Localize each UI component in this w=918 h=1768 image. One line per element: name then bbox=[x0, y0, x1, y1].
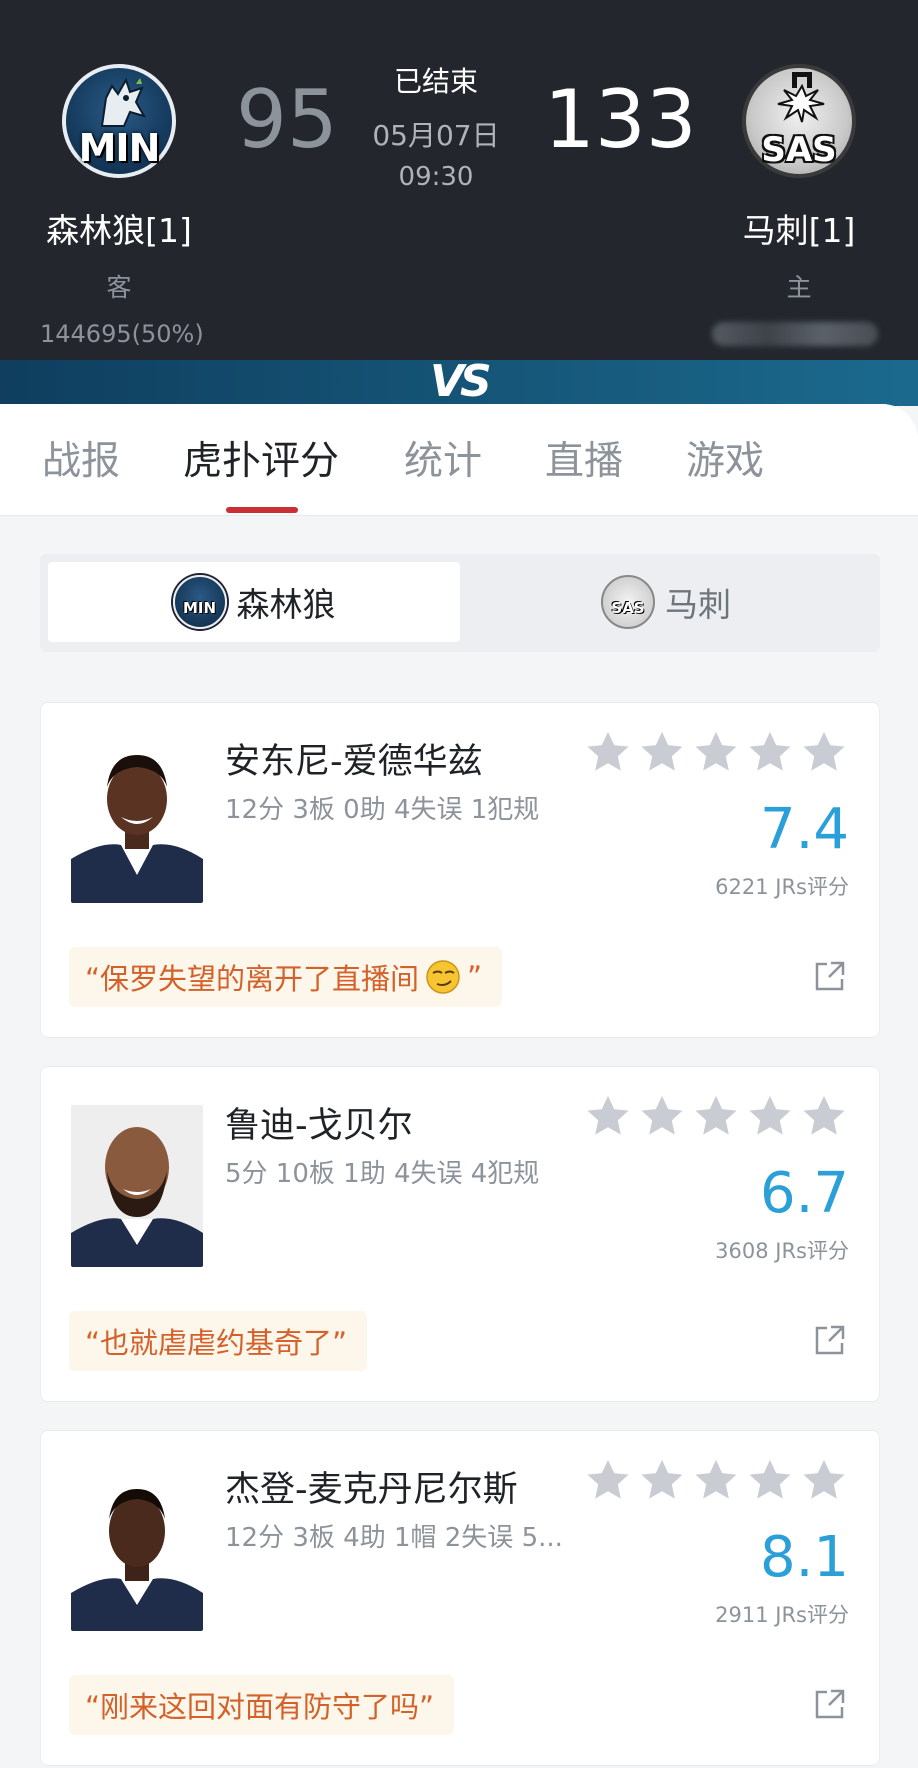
tab-stats[interactable]: 统计 bbox=[404, 430, 482, 486]
away-team-abbr: MIN bbox=[78, 126, 161, 170]
home-score: 133 bbox=[544, 73, 697, 166]
rating-count: 6221 JRs评分 bbox=[715, 875, 849, 899]
star-icon[interactable] bbox=[639, 1093, 685, 1139]
share-icon[interactable] bbox=[813, 1323, 847, 1357]
player-photo bbox=[71, 1105, 203, 1267]
player-rating-score: 7.4 bbox=[759, 797, 849, 862]
star-icon[interactable] bbox=[801, 1093, 847, 1139]
star-icon[interactable] bbox=[747, 1093, 793, 1139]
star-icon[interactable] bbox=[801, 729, 847, 775]
star-icon[interactable] bbox=[801, 1457, 847, 1503]
smirk-emoji-icon bbox=[426, 960, 460, 994]
player-name[interactable]: 杰登-麦克丹尼尔斯 bbox=[225, 1461, 518, 1512]
player-stats: 12分 3板 0助 4失误 1犯规 bbox=[225, 795, 540, 825]
tab-hupu-rating[interactable]: 虎扑评分 bbox=[183, 430, 339, 486]
away-label: 客 bbox=[106, 273, 132, 302]
spurs-logo[interactable]: SAS bbox=[742, 64, 856, 178]
rating-count: 3608 JRs评分 bbox=[715, 1239, 849, 1263]
timberwolves-mini-logo: MIN bbox=[172, 575, 227, 629]
player-photo bbox=[71, 1469, 203, 1631]
team-toggle-label: 马刺 bbox=[665, 585, 731, 624]
rating-count: 2911 JRs评分 bbox=[715, 1603, 849, 1627]
team-toggle-label: 森林狼 bbox=[236, 585, 336, 624]
game-header: MIN 95 已结束 05月07日 09:30 133 SAS 森林狼[1] 马… bbox=[0, 0, 918, 360]
active-tab-indicator bbox=[226, 507, 298, 513]
star-icon[interactable] bbox=[639, 1457, 685, 1503]
spur-icon bbox=[777, 72, 825, 123]
player-rating-score: 6.7 bbox=[759, 1161, 849, 1226]
home-label: 主 bbox=[786, 273, 812, 302]
home-team-name[interactable]: 马刺[1] bbox=[699, 204, 899, 252]
away-support-votes: 144695(50%) bbox=[40, 320, 204, 348]
star-icon[interactable] bbox=[747, 729, 793, 775]
top-comment[interactable]: “保罗失望的离开了直播间 ” bbox=[69, 947, 503, 1007]
player-rating-card[interactable]: 杰登-麦克丹尼尔斯 12分 3板 4助 1帽 2失误 5... 8.1 2911… bbox=[40, 1430, 880, 1766]
star-icon[interactable] bbox=[585, 729, 631, 775]
player-stats: 12分 3板 4助 1帽 2失误 5... bbox=[225, 1523, 563, 1553]
star-icon[interactable] bbox=[693, 1457, 739, 1503]
spurs-mini-logo: SAS bbox=[601, 575, 655, 629]
game-time: 09:30 bbox=[398, 162, 474, 192]
tab-live[interactable]: 直播 bbox=[545, 430, 623, 486]
star-icon[interactable] bbox=[585, 1093, 631, 1139]
player-name[interactable]: 安东尼-爱德华兹 bbox=[225, 733, 483, 784]
top-comment-text: “保罗失望的离开了直播间 bbox=[85, 962, 420, 996]
share-icon[interactable] bbox=[813, 1687, 847, 1721]
team-switcher: MIN 森林狼 SAS 马刺 bbox=[40, 554, 880, 652]
home-support-votes-blurred bbox=[712, 322, 878, 346]
star-icon[interactable] bbox=[639, 729, 685, 775]
share-icon[interactable] bbox=[813, 959, 847, 993]
star-rating-input[interactable] bbox=[585, 729, 847, 775]
game-date: 05月07日 bbox=[372, 119, 500, 152]
player-rating-score: 8.1 bbox=[759, 1525, 849, 1590]
star-icon[interactable] bbox=[693, 1093, 739, 1139]
top-comment[interactable]: “刚来这回对面有防守了吗” bbox=[69, 1675, 455, 1735]
player-rating-card[interactable]: 安东尼-爱德华兹 12分 3板 0助 4失误 1犯规 7.4 6221 JRs评… bbox=[40, 702, 880, 1038]
star-rating-input[interactable] bbox=[585, 1093, 847, 1139]
player-photo bbox=[71, 741, 203, 903]
away-team-name[interactable]: 森林狼[1] bbox=[19, 204, 219, 252]
game-status: 已结束 bbox=[393, 65, 478, 98]
tab-games[interactable]: 游戏 bbox=[686, 430, 764, 486]
player-stats: 5分 10板 1助 4失误 4犯规 bbox=[225, 1159, 540, 1189]
player-name[interactable]: 鲁迪-戈贝尔 bbox=[225, 1097, 413, 1148]
top-comment-text: “刚来这回对面有防守了吗” bbox=[85, 1690, 435, 1724]
star-rating-input[interactable] bbox=[585, 1457, 847, 1503]
vs-label: VS bbox=[430, 356, 492, 407]
star-icon[interactable] bbox=[585, 1457, 631, 1503]
star-icon[interactable] bbox=[693, 729, 739, 775]
tab-bar: 战报 虎扑评分 统计 直播 游戏 bbox=[0, 404, 918, 516]
home-team-abbr: SAS bbox=[761, 130, 837, 170]
top-comment-close-quote: ” bbox=[467, 960, 483, 994]
team-toggle-spurs[interactable]: SAS 马刺 bbox=[460, 562, 872, 642]
wolf-head-icon bbox=[100, 77, 147, 127]
timberwolves-logo[interactable]: MIN bbox=[62, 64, 176, 178]
content-panel: 战报 虎扑评分 统计 直播 游戏 MIN 森林狼 SAS 马刺 安东尼-爱德华兹… bbox=[0, 404, 918, 1768]
team-toggle-timberwolves[interactable]: MIN 森林狼 bbox=[48, 562, 460, 642]
tab-report[interactable]: 战报 bbox=[42, 430, 120, 486]
away-score: 95 bbox=[236, 73, 338, 166]
top-comment-text: “也就虐虐约基奇了” bbox=[85, 1326, 348, 1360]
top-comment[interactable]: “也就虐虐约基奇了” bbox=[69, 1311, 368, 1371]
player-rating-card[interactable]: 鲁迪-戈贝尔 5分 10板 1助 4失误 4犯规 6.7 3608 JRs评分 … bbox=[40, 1066, 880, 1402]
star-icon[interactable] bbox=[747, 1457, 793, 1503]
